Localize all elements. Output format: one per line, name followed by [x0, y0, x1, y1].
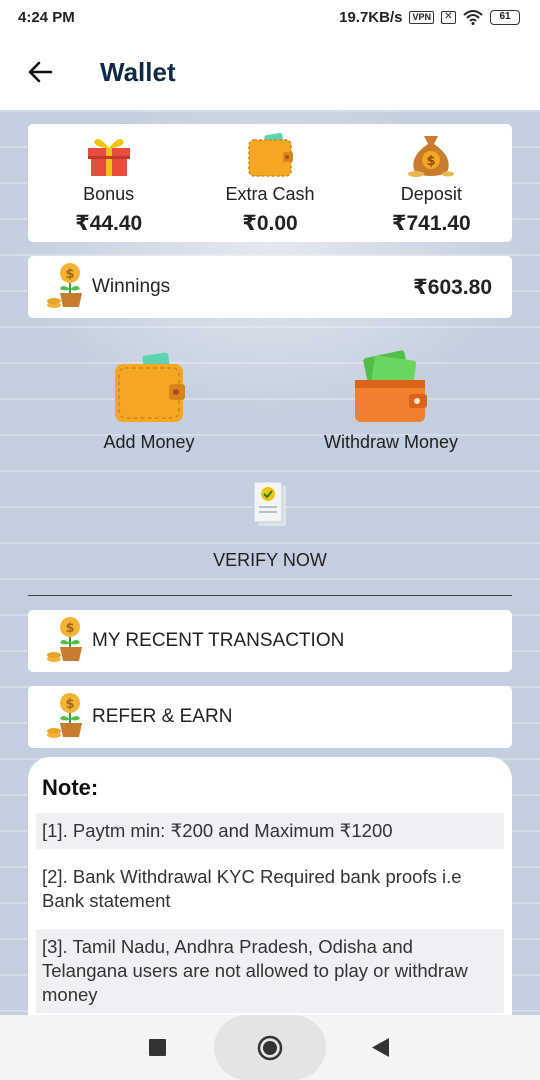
- bonus-balance: Bonus ₹44.40: [28, 124, 189, 242]
- note-item: [1]. Paytm min: ₹200 and Maximum ₹1200: [36, 813, 504, 849]
- winnings-card: $ Winnings ₹603.80: [28, 256, 512, 318]
- wallet-content: Bonus ₹44.40 Extra Cash ₹0.00 $ Deposit …: [0, 110, 540, 1015]
- back-button[interactable]: [22, 54, 58, 90]
- winnings-label: Winnings: [92, 276, 171, 297]
- vpn-icon: VPN: [409, 10, 434, 24]
- refer-earn-label: REFER & EARN: [92, 706, 233, 727]
- note-item: [2]. Bank Withdrawal KYC Required bank p…: [42, 866, 462, 911]
- extra-cash-value: ₹0.00: [242, 212, 298, 235]
- svg-text:$: $: [65, 267, 74, 282]
- deposit-balance: $ Deposit ₹741.40: [351, 124, 512, 242]
- section-divider: [28, 595, 512, 596]
- coin-plant-icon: $: [47, 617, 82, 662]
- document-check-icon: [253, 481, 286, 526]
- coin-plant-icon: $: [47, 263, 82, 308]
- system-nav-bar: [0, 1015, 540, 1080]
- note-panel: Note: [1]. Paytm min: ₹200 and Maximum ₹…: [28, 757, 512, 1015]
- app-bar: Wallet: [0, 34, 540, 110]
- bonus-value: ₹44.40: [75, 212, 143, 235]
- coin-plant-icon: $: [47, 693, 82, 738]
- bonus-label: Bonus: [83, 184, 135, 204]
- circle-icon: [257, 1035, 283, 1061]
- note-item: [3]. Tamil Nadu, Andhra Pradesh, Odisha …: [36, 929, 504, 1013]
- money-bag-icon: $: [408, 136, 455, 177]
- withdraw-money-label: Withdraw Money: [323, 432, 459, 452]
- refer-earn-button[interactable]: $ REFER & EARN: [28, 686, 512, 748]
- verify-now-button[interactable]: VERIFY NOW: [190, 480, 350, 571]
- svg-text:$: $: [427, 154, 436, 169]
- note-title: Note:: [42, 775, 99, 800]
- verify-now-label: VERIFY NOW: [213, 550, 327, 570]
- wallet-icon: [248, 132, 293, 177]
- deposit-label: Deposit: [400, 184, 462, 204]
- add-money-label: Add Money: [103, 432, 195, 452]
- add-money-button[interactable]: Add Money: [84, 350, 214, 453]
- battery-icon: 61: [490, 9, 520, 25]
- recents-button[interactable]: [149, 1039, 166, 1061]
- status-time: 4:24 PM: [18, 8, 75, 26]
- cash-wallet-icon: [355, 350, 427, 422]
- recent-transaction-label: MY RECENT TRANSACTION: [92, 630, 345, 651]
- square-icon: [149, 1039, 166, 1056]
- extra-cash-balance: Extra Cash ₹0.00: [189, 124, 350, 242]
- no-sim-icon: ✕: [441, 10, 456, 24]
- wallet-icon: [115, 352, 185, 422]
- withdraw-money-button[interactable]: Withdraw Money: [300, 350, 482, 453]
- gift-icon: [87, 139, 130, 176]
- triangle-back-icon: [372, 1038, 389, 1057]
- svg-text:$: $: [65, 697, 74, 712]
- page-title: Wallet: [100, 56, 176, 87]
- balances-card: Bonus ₹44.40 Extra Cash ₹0.00 $ Deposit …: [28, 124, 512, 242]
- back-nav-button[interactable]: [372, 1038, 389, 1062]
- recent-transaction-button[interactable]: $ MY RECENT TRANSACTION: [28, 610, 512, 672]
- status-icons: 19.7KB/s VPN ✕ 61: [339, 9, 520, 26]
- winnings-value: ₹603.80: [413, 275, 492, 299]
- extra-cash-label: Extra Cash: [225, 184, 315, 204]
- deposit-value: ₹741.40: [391, 212, 471, 235]
- home-button[interactable]: [257, 1035, 283, 1066]
- network-speed: 19.7KB/s: [339, 8, 403, 26]
- arrow-left-icon: [28, 61, 53, 83]
- status-bar: 4:24 PM 19.7KB/s VPN ✕ 61: [0, 0, 540, 34]
- svg-text:$: $: [65, 621, 74, 636]
- wifi-icon: [463, 10, 483, 25]
